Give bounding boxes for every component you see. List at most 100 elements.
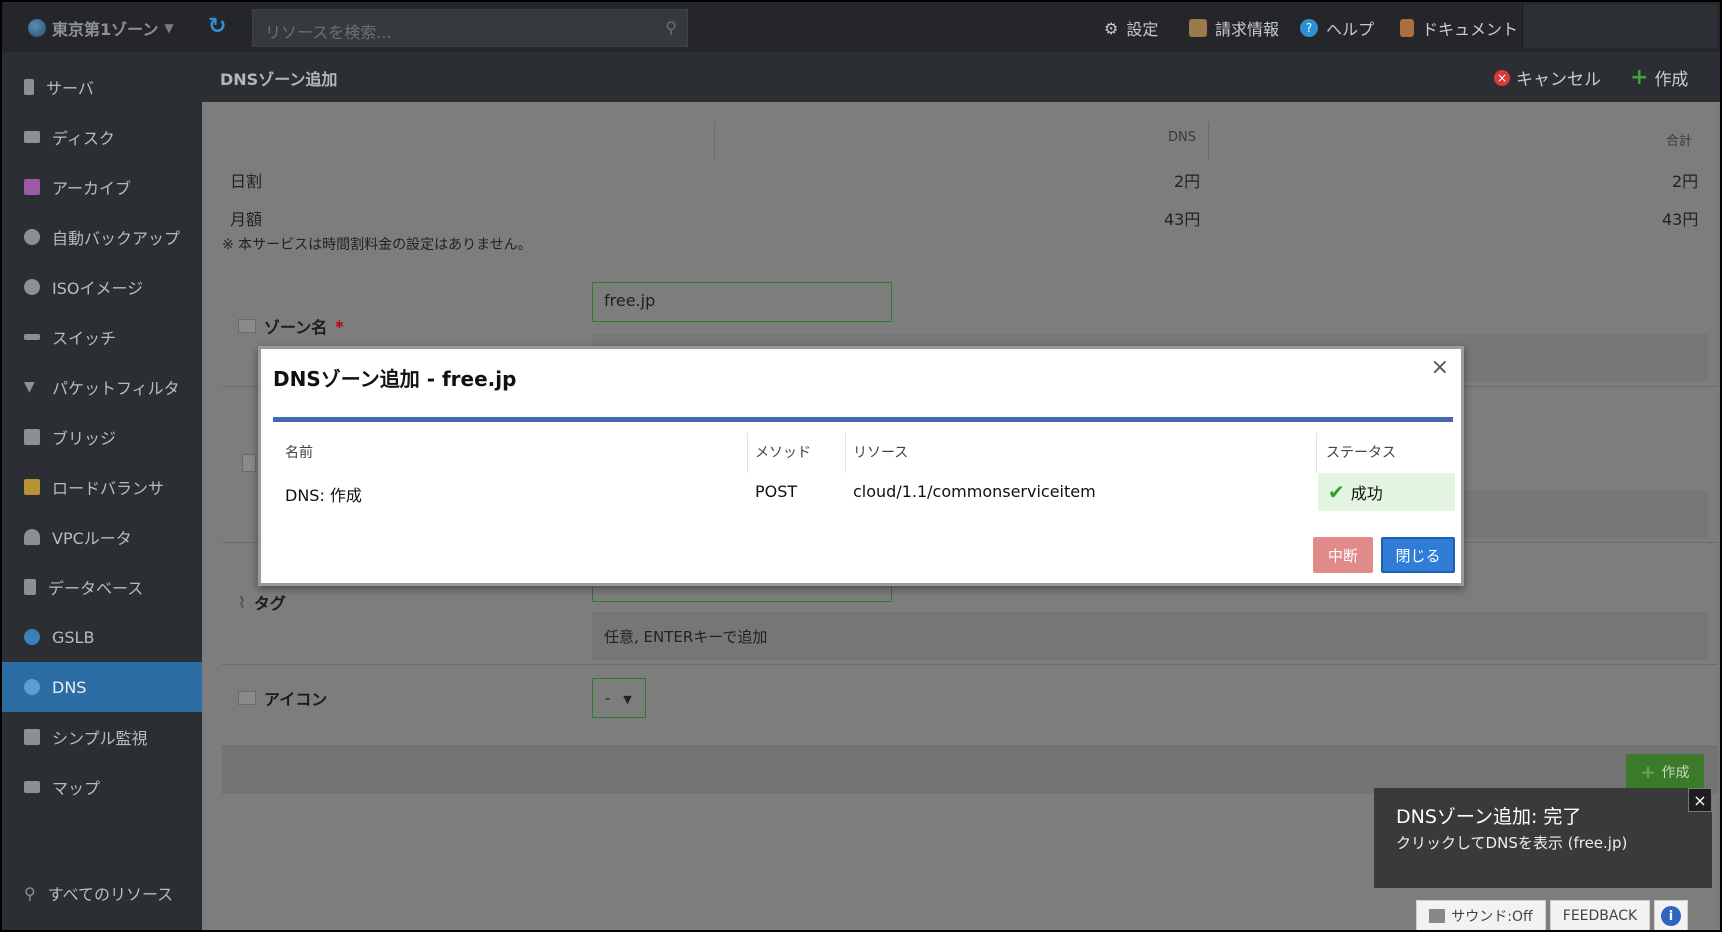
create-label: 作成 <box>1654 70 1689 90</box>
sidebar-item-label: VPCルータ <box>52 529 132 548</box>
billing-link[interactable]: 請求情報 <box>1189 16 1279 40</box>
icon-label: アイコン <box>238 686 327 710</box>
sidebar-item-monitor[interactable]: シンプル監視 <box>2 712 202 762</box>
document-link[interactable]: ドキュメント <box>1400 16 1518 40</box>
abort-button[interactable]: 中断 <box>1313 537 1373 573</box>
create-button[interactable]: + 作成 <box>1630 65 1688 90</box>
tag-placeholder[interactable]: 任意, ENTERキーで追加 <box>592 612 1708 660</box>
job-resource: cloud/1.1/commonserviceitem <box>853 482 1096 501</box>
required-mark: * <box>335 316 344 336</box>
column-header-name: 名前 <box>285 445 313 461</box>
settings-label: 設定 <box>1126 20 1159 39</box>
help-icon: ? <box>1300 19 1318 37</box>
price-row-dns: 2円 <box>1174 172 1201 191</box>
price-col-total: 合計 <box>1666 134 1693 149</box>
vpc-router-icon <box>24 529 40 545</box>
column-header-resource: リソース <box>853 445 909 461</box>
sidebar-item-vpc-router[interactable]: VPCルータ <box>2 512 202 562</box>
sidebar-item-dns[interactable]: DNS <box>2 662 202 712</box>
icon-select[interactable]: - ▼ <box>592 678 646 718</box>
monitor-icon <box>24 729 40 745</box>
sound-label: サウンド:Off <box>1451 909 1533 925</box>
sidebar-item-iso[interactable]: ISOイメージ <box>2 262 202 312</box>
loadbalancer-icon <box>24 479 40 495</box>
feedback-button[interactable]: FEEDBACK <box>1550 900 1650 932</box>
sidebar-item-backup[interactable]: 自動バックアップ <box>2 212 202 262</box>
price-row-total: 43円 <box>1662 210 1699 229</box>
job-method: POST <box>755 482 798 501</box>
footer-create-button[interactable]: + 作成 <box>1626 754 1704 790</box>
zone-name-input[interactable]: free.jp <box>592 282 892 322</box>
user-menu[interactable] <box>1522 4 1718 48</box>
map-icon <box>24 781 40 793</box>
billing-label: 請求情報 <box>1215 20 1280 39</box>
tag-text: タグ <box>253 594 286 613</box>
sidebar-item-map[interactable]: マップ <box>2 762 202 812</box>
sidebar-item-gslb[interactable]: GSLB <box>2 612 202 662</box>
column-divider <box>845 433 846 473</box>
pricing-note: ※ 本サービスは時間割料金の設定はありません。 <box>222 237 532 253</box>
icon-select-value: - <box>605 689 611 707</box>
info-icon: i <box>1661 906 1681 926</box>
cancel-button[interactable]: × キャンセル <box>1494 65 1601 90</box>
switch-icon <box>24 334 40 340</box>
check-icon: ✔ <box>1328 480 1345 504</box>
settings-link[interactable]: ⚙ 設定 <box>1104 16 1158 40</box>
sidebar-item-database[interactable]: データベース <box>2 562 202 612</box>
help-link[interactable]: ? ヘルプ <box>1300 16 1374 40</box>
notification-toast[interactable]: DNSゾーン追加: 完了 クリックしてDNSを表示 (free.jp) × <box>1374 788 1712 888</box>
sidebar-item-bridge[interactable]: ブリッジ <box>2 412 202 462</box>
search-placeholder: リソースを検索... <box>265 23 392 42</box>
icon-text: アイコン <box>264 690 328 709</box>
column-divider <box>1316 433 1317 473</box>
plus-icon: + <box>1630 64 1649 90</box>
sidebar-item-loadbalancer[interactable]: ロードバランサ <box>2 462 202 512</box>
disk-icon <box>24 131 40 143</box>
sidebar-item-archive[interactable]: アーカイブ <box>2 162 202 212</box>
database-icon <box>24 579 36 595</box>
sound-toggle-button[interactable]: サウンド:Off <box>1416 900 1546 932</box>
zone-selector[interactable]: 東京第1ゾーン ▼ <box>28 16 174 40</box>
status-text: 成功 <box>1350 484 1383 503</box>
search-icon[interactable]: ⚲ <box>665 18 677 37</box>
tag-icon: ⌇ <box>238 592 246 612</box>
chevron-down-icon: ▼ <box>164 21 174 35</box>
sidebar-item-label: アーカイブ <box>52 179 132 198</box>
document-label: ドキュメント <box>1422 20 1519 39</box>
price-col-dns: DNS <box>1168 130 1196 145</box>
sidebar: サーバ ディスク アーカイブ 自動バックアップ ISOイメージ スイッチ ▼ パケ… <box>0 52 202 932</box>
sidebar-item-all-resources[interactable]: ⚲ すべてのリソース <box>2 868 202 918</box>
description-icon <box>242 454 256 472</box>
sidebar-item-label: GSLB <box>52 627 95 647</box>
close-button[interactable]: 閉じる <box>1381 537 1455 573</box>
form-footer <box>222 746 1718 794</box>
info-button[interactable]: i <box>1654 900 1688 932</box>
zone-name-label: ゾーン名 * <box>238 314 344 338</box>
sidebar-item-server[interactable]: サーバ <box>2 62 202 112</box>
archive-icon <box>24 179 40 195</box>
globe-icon <box>28 19 46 37</box>
price-row-label: 日割 <box>230 172 263 191</box>
chevron-down-icon: ▼ <box>623 693 632 706</box>
sidebar-item-label: ディスク <box>52 129 115 148</box>
cancel-label: キャンセル <box>1516 70 1601 90</box>
sidebar-item-label: サーバ <box>46 79 94 98</box>
toast-close-icon[interactable]: × <box>1688 788 1712 812</box>
job-modal: DNSゾーン追加 - free.jp × 名前 メソッド リソース ステータス … <box>258 346 1464 586</box>
sidebar-item-switch[interactable]: スイッチ <box>2 312 202 362</box>
sidebar-item-label: ロードバランサ <box>52 479 165 498</box>
close-icon[interactable]: × <box>1431 357 1449 379</box>
sidebar-item-disk[interactable]: ディスク <box>2 112 202 162</box>
divider <box>1208 122 1209 160</box>
backup-icon <box>24 229 40 245</box>
refresh-icon[interactable]: ↻ <box>208 15 232 39</box>
divider <box>714 122 715 160</box>
sidebar-item-label: 自動バックアップ <box>52 229 181 248</box>
tag-label: ⌇ タグ <box>238 590 286 614</box>
document-icon <box>1400 19 1414 37</box>
toast-link[interactable]: クリックしてDNSを表示 (free.jp) <box>1396 832 1627 853</box>
page-title: DNSゾーン追加 <box>220 70 338 89</box>
search-input[interactable]: リソースを検索... ⚲ <box>252 9 688 47</box>
sound-off-icon <box>1429 909 1446 923</box>
sidebar-item-filter[interactable]: ▼ パケットフィルタ <box>2 362 202 412</box>
